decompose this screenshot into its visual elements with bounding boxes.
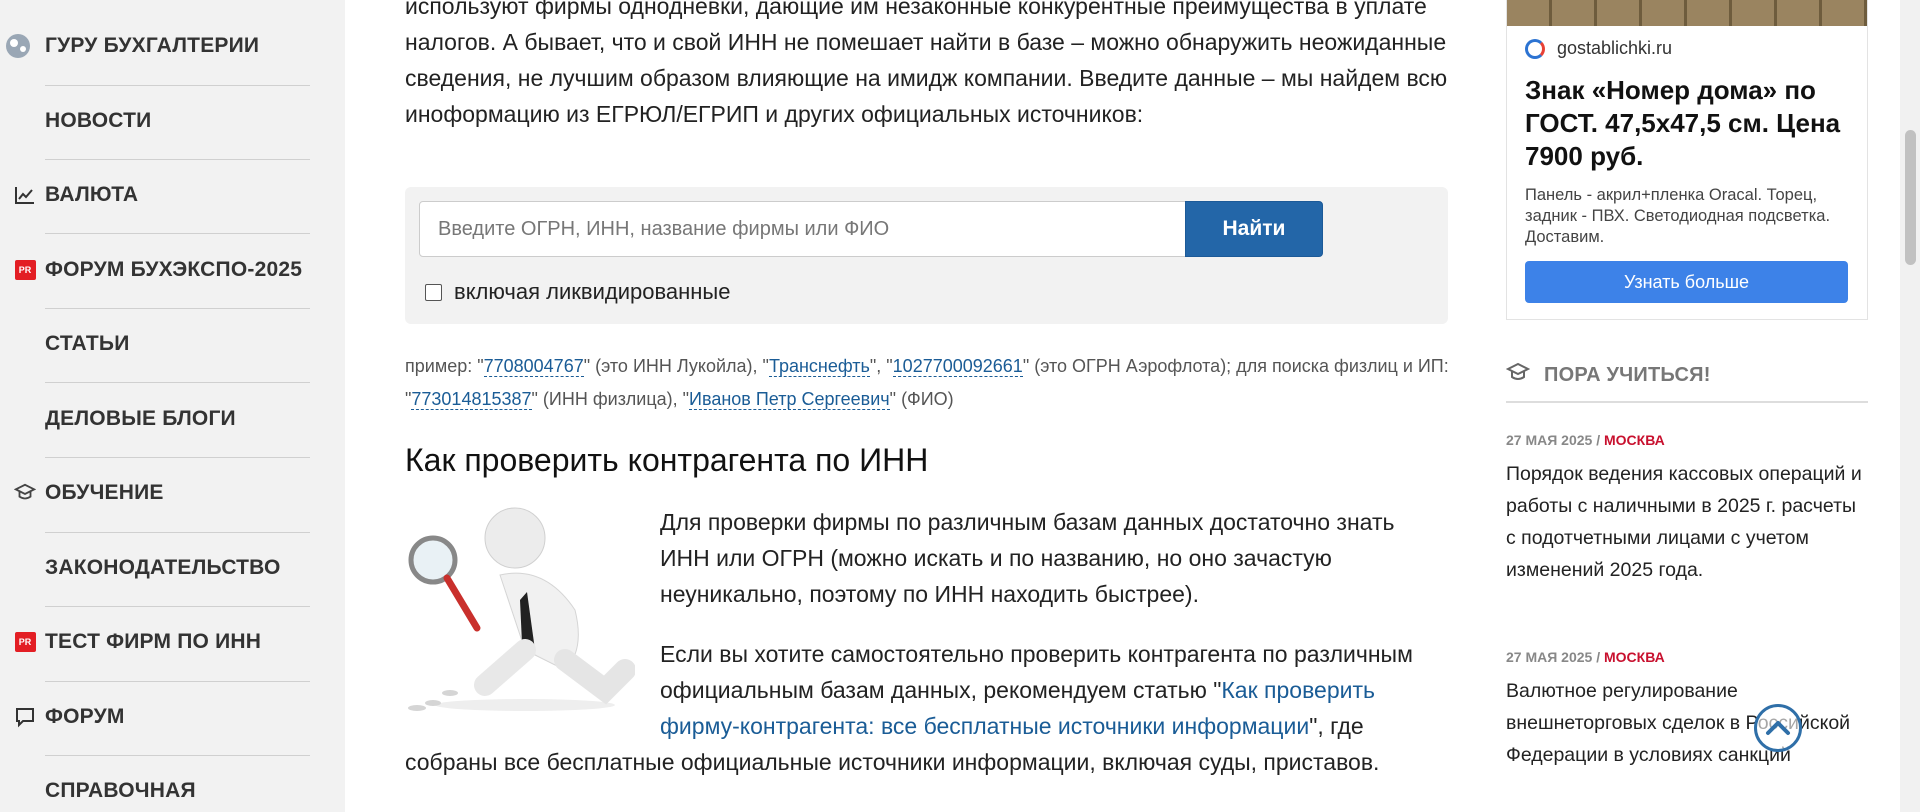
- sidebar: ГУРУ БУХГАЛТЕРИИ НОВОСТИ ВАЛЮТА PR ФОРУМ…: [0, 0, 345, 812]
- news-item[interactable]: 27 МАЯ 2025 / МОСКВА Порядок ведения кас…: [1506, 432, 1868, 586]
- graduation-cap-icon: [1505, 362, 1531, 389]
- pr-badge-icon: PR: [14, 631, 36, 653]
- chat-icon: [14, 706, 36, 728]
- examples-text: " (ИНН физлица), ": [531, 389, 690, 409]
- ad-source[interactable]: gostablichki.ru: [1525, 38, 1672, 59]
- examples-text: пример: ": [405, 356, 484, 376]
- sidebar-item-label: ЗАКОНОДАТЕЛЬСТВО: [45, 556, 281, 579]
- examples-text: " (это ИНН Лукойла), ": [583, 356, 769, 376]
- include-liquidated-option[interactable]: включая ликвидированные: [425, 279, 730, 305]
- pr-badge-icon: PR: [14, 259, 36, 281]
- learn-section-header: ПОРА УЧИТЬСЯ!: [1505, 362, 1868, 389]
- ad-image[interactable]: [1507, 0, 1867, 26]
- sidebar-item-education[interactable]: ОБУЧЕНИЕ: [0, 456, 310, 530]
- page-scrollbar[interactable]: [1900, 0, 1920, 812]
- include-liquidated-label: включая ликвидированные: [454, 279, 731, 304]
- sidebar-item-label: ДЕЛОВЫЕ БЛОГИ: [45, 407, 236, 430]
- paragraph-text: ", где: [1309, 713, 1364, 739]
- news-city: МОСКВА: [1604, 432, 1665, 448]
- news-item[interactable]: 27 МАЯ 2025 / МОСКВА Валютное регулирова…: [1506, 649, 1868, 771]
- include-liquidated-checkbox[interactable]: [425, 283, 442, 301]
- ad-title[interactable]: Знак «Номер дома» по ГОСТ. 47,5х47,5 см.…: [1525, 74, 1855, 173]
- sidebar-item-articles[interactable]: СТАТЬИ: [0, 307, 310, 381]
- ad-learn-more-button[interactable]: Узнать больше: [1525, 261, 1848, 303]
- sidebar-item-label: ВАЛЮТА: [45, 183, 139, 206]
- paragraph-recommend: Если вы хотите самостоятельно проверить …: [660, 636, 1450, 744]
- example-link-transneft[interactable]: Транснефть: [768, 356, 870, 377]
- scrollbar-thumb[interactable]: [1905, 130, 1916, 265]
- sidebar-item-label: ОБУЧЕНИЕ: [45, 481, 164, 504]
- chevron-up-icon: [1766, 721, 1790, 735]
- guru-icon: [6, 34, 36, 58]
- sidebar-item-guru[interactable]: ГУРУ БУХГАЛТЕРИИ: [0, 9, 310, 83]
- magnifier-man-illustration: [405, 500, 636, 720]
- sidebar-item-currency[interactable]: ВАЛЮТА: [0, 158, 310, 232]
- news-city: МОСКВА: [1604, 649, 1665, 665]
- graduation-cap-icon: [14, 482, 36, 504]
- sidebar-item-label: НОВОСТИ: [45, 109, 152, 132]
- news-date: 27 МАЯ 2025 /: [1506, 649, 1604, 665]
- example-link-inn-lukoil[interactable]: 7708004767: [483, 356, 584, 377]
- ad-description: Панель - акрил+пленка Oracal. Торец, зад…: [1525, 186, 1831, 246]
- sidebar-item-label: СПРАВОЧНАЯ: [45, 779, 196, 802]
- ad-domain: gostablichki.ru: [1557, 38, 1673, 58]
- sidebar-item-forum-expo[interactable]: PR ФОРУМ БУХЭКСПО-2025: [0, 233, 310, 307]
- ad-block[interactable]: gostablichki.ru Знак «Номер дома» по ГОС…: [1506, 0, 1868, 320]
- sidebar-item-blogs[interactable]: ДЕЛОВЫЕ БЛОГИ: [0, 382, 310, 456]
- paragraph-inn-check: Для проверки фирмы по различным базам да…: [660, 509, 1395, 607]
- example-link-inn-person[interactable]: 773014815387: [411, 389, 532, 410]
- sidebar-item-label: ГУРУ БУХГАЛТЕРИИ: [45, 34, 260, 57]
- examples-text: " (ФИО): [889, 389, 954, 409]
- example-link-fio[interactable]: Иванов Петр Сергеевич: [689, 389, 890, 410]
- sidebar-item-forum[interactable]: ФОРУМ: [0, 680, 310, 754]
- news-meta: 27 МАЯ 2025 / МОСКВА: [1506, 432, 1868, 448]
- scroll-to-top-button[interactable]: [1754, 704, 1802, 752]
- search-panel: Введите ОГРН, ИНН, название фирмы или ФИ…: [405, 187, 1448, 324]
- news-date: 27 МАЯ 2025 /: [1506, 432, 1604, 448]
- sidebar-item-reference[interactable]: СПРАВОЧНАЯ: [0, 754, 310, 812]
- search-input[interactable]: Введите ОГРН, ИНН, название фирмы или ФИ…: [419, 201, 1189, 257]
- sidebar-item-legislation[interactable]: ЗАКОНОДАТЕЛЬСТВО: [0, 531, 310, 605]
- search-button[interactable]: Найти: [1185, 201, 1323, 257]
- divider: [1506, 401, 1868, 403]
- chart-line-icon: [14, 184, 36, 206]
- paragraph-tail: собраны все бесплатные официальные источ…: [405, 749, 1380, 775]
- sidebar-item-firm-test[interactable]: PR ТЕСТ ФИРМ ПО ИНН: [0, 605, 310, 679]
- sidebar-item-news[interactable]: НОВОСТИ: [0, 84, 310, 158]
- learn-section-title[interactable]: ПОРА УЧИТЬСЯ!: [1544, 364, 1711, 387]
- intro-text: используют фирмы однодневки, дающие им н…: [405, 0, 1448, 127]
- example-link-ogrn-aeroflot[interactable]: 1027700092661: [892, 356, 1023, 377]
- news-title[interactable]: Порядок ведения кассовых операций и рабо…: [1506, 458, 1868, 586]
- search-placeholder: Введите ОГРН, ИНН, название фирмы или ФИ…: [438, 217, 890, 240]
- ad-logo-icon: [1525, 38, 1545, 59]
- sidebar-item-label: ФОРУМ БУХЭКСПО-2025: [45, 258, 303, 281]
- search-examples: пример: "7708004767" (это ИНН Лукойла), …: [405, 350, 1450, 416]
- sidebar-item-label: СТАТЬИ: [45, 332, 130, 355]
- sidebar-item-label: ФОРУМ: [45, 705, 125, 728]
- news-title[interactable]: Валютное регулирование внешнеторговых сд…: [1506, 675, 1868, 771]
- sidebar-item-label: ТЕСТ ФИРМ ПО ИНН: [45, 630, 262, 653]
- news-meta: 27 МАЯ 2025 / МОСКВА: [1506, 649, 1868, 665]
- examples-text: ", ": [869, 356, 893, 376]
- section-heading: Как проверить контрагента по ИНН: [405, 442, 929, 478]
